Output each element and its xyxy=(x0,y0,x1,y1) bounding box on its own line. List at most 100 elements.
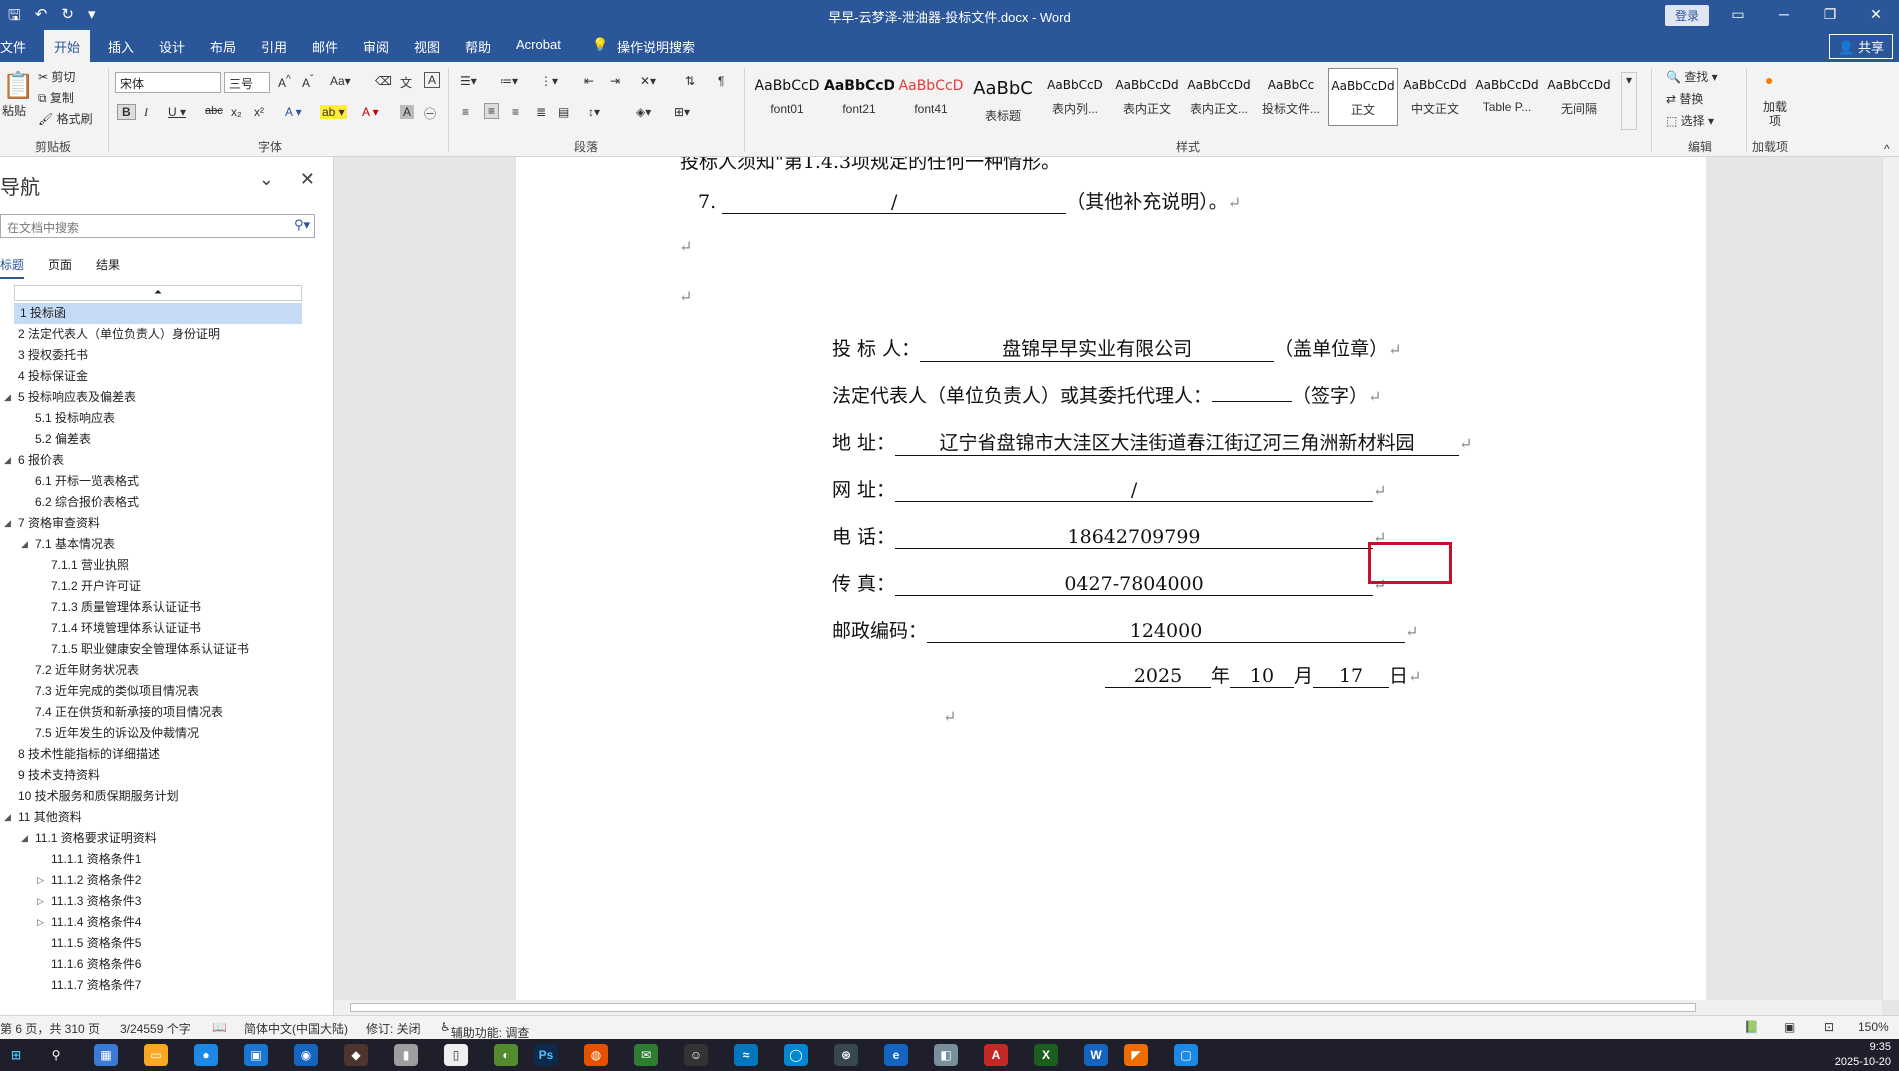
ribbon-display-icon[interactable]: ▭ xyxy=(1715,0,1761,30)
word-count[interactable]: 3/24559 个字 xyxy=(120,1020,191,1037)
tab-view[interactable]: 视图 xyxy=(414,37,440,56)
bullets-icon[interactable]: ☰▾ xyxy=(460,74,477,88)
copy-button[interactable]: ⧉ 复制 xyxy=(38,89,74,106)
scrollbar-thumb[interactable] xyxy=(350,1003,1696,1012)
shrink-font-icon[interactable]: Aˇ xyxy=(302,74,313,90)
nav-search-input[interactable]: 在文档中搜索 ⚲▾ xyxy=(0,214,315,238)
app-icon[interactable]: ▢ xyxy=(1174,1044,1198,1066)
borders-icon[interactable]: ⊞▾ xyxy=(674,105,690,119)
addin-icon[interactable]: ● xyxy=(1765,72,1773,88)
nav-heading-item[interactable]: 7.1.5 职业健康安全管理体系认证证书 xyxy=(0,639,320,660)
app-icon[interactable]: ◆ xyxy=(344,1044,368,1066)
tab-layout[interactable]: 布局 xyxy=(210,37,236,56)
nav-heading-item[interactable]: 11.1.7 资格条件7 xyxy=(0,975,320,996)
paste-icon[interactable]: 📋 xyxy=(2,70,34,101)
nav-heading-item[interactable]: 5.1 投标响应表 xyxy=(0,408,320,429)
replace-button[interactable]: ⇄ 替换 xyxy=(1666,90,1703,107)
tab-help[interactable]: 帮助 xyxy=(465,37,491,56)
style-item[interactable]: AaBbCcDd 中文正文 xyxy=(1400,68,1470,126)
enclose-char-icon[interactable]: ㊀ xyxy=(424,105,436,122)
nav-heading-item[interactable]: ◢ 6 报价表 xyxy=(0,450,320,471)
show-marks-icon[interactable]: ¶ xyxy=(718,74,724,88)
share-button[interactable]: 👤 共享 xyxy=(1829,34,1893,59)
excel-icon[interactable]: X xyxy=(1034,1044,1058,1066)
vertical-scrollbar[interactable] xyxy=(1882,157,1899,1000)
read-mode-icon[interactable]: 📗 xyxy=(1744,1020,1759,1034)
bold-icon[interactable]: B xyxy=(117,104,136,120)
style-item[interactable]: AaBbC 表标题 xyxy=(968,68,1038,126)
font-size-select[interactable]: 三号 xyxy=(224,72,270,93)
nav-heading-item[interactable]: 7.1.1 营业执照 xyxy=(0,555,320,576)
increase-indent-icon[interactable]: ⇥ xyxy=(610,74,620,88)
expanded-caret-icon[interactable]: ◢ xyxy=(4,513,11,534)
document-page[interactable]: 投标人须知"第1.4.3项规定的任何一种情形。 7. / （其他补充说明）。↵ ↵… xyxy=(516,157,1706,1000)
page-count[interactable]: 第 6 页，共 310 页 xyxy=(0,1020,100,1037)
horizontal-scrollbar[interactable] xyxy=(334,1000,1882,1015)
nav-heading-item[interactable]: ◢ 11 其他资料 xyxy=(0,807,320,828)
tab-home[interactable]: 开始 xyxy=(44,30,91,62)
superscript-icon[interactable]: x² xyxy=(254,105,264,119)
nav-heading-item[interactable]: 11.1.6 资格条件6 xyxy=(0,954,320,975)
tab-references[interactable]: 引用 xyxy=(261,37,287,56)
styles-more-icon[interactable]: ▾ xyxy=(1621,72,1637,130)
nav-heading-item[interactable]: 7.3 近年完成的类似项目情况表 xyxy=(0,681,320,702)
nav-heading-item[interactable]: 7.4 正在供货和新承接的项目情况表 xyxy=(0,702,320,723)
find-button[interactable]: 🔍 查找 ▾ xyxy=(1666,68,1718,85)
select-button[interactable]: ⬚ 选择 ▾ xyxy=(1666,112,1714,129)
track-changes-status[interactable]: 修订: 关闭 xyxy=(366,1020,421,1037)
nav-heading-item[interactable]: 7.1.4 环境管理体系认证证书 xyxy=(0,618,320,639)
highlight-icon[interactable]: ab ▾ xyxy=(320,105,347,119)
line-spacing-icon[interactable]: ↕▾ xyxy=(588,105,600,119)
app-icon[interactable]: ◯ xyxy=(784,1044,808,1066)
style-item[interactable]: AaBbCc 投标文件... xyxy=(1256,68,1326,126)
style-item[interactable]: AaBbCcDd Table P... xyxy=(1472,68,1542,126)
font-name-select[interactable]: 宋体 xyxy=(115,72,221,93)
app-icon[interactable]: ◉ xyxy=(294,1044,318,1066)
nav-heading-item[interactable]: 10 技术服务和质保期服务计划 xyxy=(0,786,320,807)
align-center-icon[interactable]: ≡ xyxy=(484,103,500,119)
clear-format-icon[interactable]: ⌫ xyxy=(375,74,392,88)
nav-heading-item[interactable]: 5.2 偏差表 xyxy=(0,429,320,450)
align-right-icon[interactable]: ≡ xyxy=(512,105,519,119)
expanded-caret-icon[interactable]: ◢ xyxy=(21,534,28,555)
login-button[interactable]: 登录 xyxy=(1665,5,1710,26)
align-left-icon[interactable]: ≡ xyxy=(462,105,469,119)
accessibility-status[interactable]: ♿ 辅助功能: 调查 xyxy=(440,1020,529,1040)
nav-heading-item[interactable]: 7.1.2 开户许可证 xyxy=(0,576,320,597)
store-icon[interactable]: ▣ xyxy=(244,1044,268,1066)
nav-heading-item[interactable]: 7.2 近年财务状况表 xyxy=(0,660,320,681)
nav-heading-item[interactable]: ▷ 11.1.4 资格条件4 xyxy=(0,912,320,933)
justify-icon[interactable]: ≣ xyxy=(536,105,546,119)
expanded-caret-icon[interactable]: ◢ xyxy=(21,828,28,849)
minimize-icon[interactable]: ─ xyxy=(1761,0,1807,30)
app-icon[interactable]: ◧ xyxy=(934,1044,958,1066)
app-icon[interactable]: ⊛ xyxy=(834,1044,858,1066)
app-icon[interactable]: ◐ xyxy=(494,1044,518,1066)
char-border-icon[interactable]: A xyxy=(424,72,441,88)
nav-close-icon[interactable]: ✕ xyxy=(300,169,315,190)
nav-heading-item[interactable]: 11.1.1 资格条件1 xyxy=(0,849,320,870)
chrome-icon[interactable]: ◍ xyxy=(584,1044,608,1066)
language-status[interactable]: 简体中文(中国大陆) xyxy=(244,1020,348,1037)
strikethrough-icon[interactable]: abc xyxy=(205,105,223,117)
nav-tab-pages[interactable]: 页面 xyxy=(48,256,72,279)
multilevel-list-icon[interactable]: ⋮▾ xyxy=(540,74,558,88)
web-layout-icon[interactable]: ⊡ xyxy=(1824,1020,1834,1034)
expanded-caret-icon[interactable]: ◢ xyxy=(4,450,11,471)
numbering-icon[interactable]: ≔▾ xyxy=(500,74,518,88)
search-icon[interactable]: ⚲ xyxy=(44,1044,68,1066)
subscript-icon[interactable]: x₂ xyxy=(231,105,242,119)
style-item[interactable]: AaBbCcD font41 xyxy=(896,68,966,126)
collapse-ribbon-icon[interactable]: ^ xyxy=(1884,142,1890,156)
print-layout-icon[interactable]: ▣ xyxy=(1784,1020,1795,1034)
grow-font-icon[interactable]: A^ xyxy=(278,74,291,90)
wechat-icon[interactable]: ✉ xyxy=(634,1044,658,1066)
cut-button[interactable]: ✂ 剪切 xyxy=(38,68,75,85)
tab-acrobat[interactable]: Acrobat xyxy=(516,37,561,52)
nav-heading-item[interactable]: 6.1 开标一览表格式 xyxy=(0,471,320,492)
tab-design[interactable]: 设计 xyxy=(159,37,185,56)
qq-icon[interactable]: ☺ xyxy=(684,1044,708,1066)
nav-heading-item[interactable]: 3 授权委托书 xyxy=(0,345,320,366)
collapsed-caret-icon[interactable]: ▷ xyxy=(37,912,44,933)
proofing-icon[interactable]: 📖 xyxy=(212,1020,227,1034)
